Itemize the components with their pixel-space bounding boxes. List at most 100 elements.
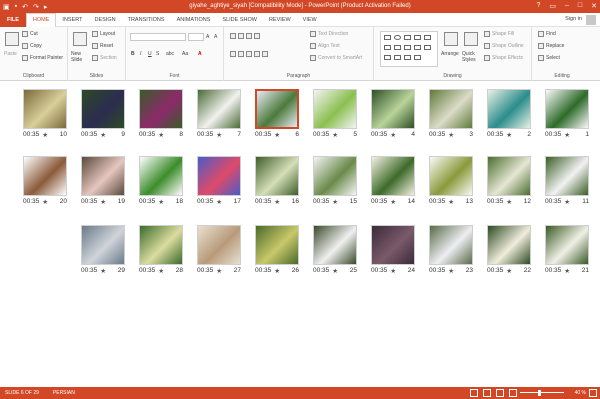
select-button[interactable]: Select [538, 55, 560, 61]
slide-thumbnail[interactable]: 00:35 ★ 18 [139, 156, 183, 206]
animation-star-icon[interactable]: ★ [390, 267, 396, 275]
format-painter-button[interactable]: Format Painter [22, 55, 63, 61]
rounded-rect-shape-icon[interactable] [394, 45, 401, 50]
tab-view[interactable]: VIEW [297, 13, 323, 27]
curve-shape-icon[interactable] [404, 55, 411, 60]
slide-thumbnail[interactable]: 00:35 ★ 5 [313, 89, 357, 139]
fit-slide-icon[interactable] [589, 389, 597, 397]
slide-preview-image[interactable] [139, 156, 183, 196]
slide-thumbnail[interactable]: 00:35 ★ 20 [23, 156, 67, 206]
shape-outline-button[interactable]: Shape Outline [484, 43, 524, 49]
callout-shape-icon[interactable] [424, 45, 431, 50]
rectangle-shape-icon[interactable] [384, 35, 391, 40]
slide-thumbnail[interactable]: 00:35 ★ 17 [197, 156, 241, 206]
arrow-shape-icon[interactable] [414, 35, 421, 40]
zoom-slider-handle[interactable] [538, 390, 541, 396]
tab-insert[interactable]: INSERT [56, 13, 88, 27]
tab-transitions[interactable]: TRANSITIONS [122, 13, 171, 27]
slide-thumbnail[interactable]: 00:35 ★ 29 [81, 225, 125, 275]
slide-preview-image[interactable] [313, 89, 357, 129]
animation-star-icon[interactable]: ★ [274, 267, 280, 275]
slide-preview-image[interactable] [429, 225, 473, 265]
slide-thumbnail[interactable]: 00:35 ★ 11 [545, 156, 589, 206]
slide-preview-image[interactable] [313, 225, 357, 265]
animation-star-icon[interactable]: ★ [448, 198, 454, 206]
slide-thumbnail[interactable]: 00:35 ★ 23 [429, 225, 473, 275]
section-button[interactable]: Section [92, 55, 117, 61]
slide-preview-image[interactable] [23, 89, 67, 129]
slide-sorter-view-icon[interactable] [483, 389, 491, 397]
zoom-slider[interactable] [520, 392, 564, 393]
tab-design[interactable]: DESIGN [89, 13, 122, 27]
slide-preview-image[interactable] [255, 156, 299, 196]
slide-thumbnail[interactable]: 00:35 ★ 25 [313, 225, 357, 275]
new-slide-button[interactable]: New Slide [71, 51, 91, 63]
replace-button[interactable]: Replace [538, 43, 564, 49]
change-case-button[interactable]: Aa [182, 51, 188, 57]
slide-preview-image[interactable] [429, 156, 473, 196]
text-direction-button[interactable]: Text Direction [310, 31, 348, 37]
animation-star-icon[interactable]: ★ [216, 131, 222, 139]
animation-star-icon[interactable]: ★ [332, 198, 338, 206]
animation-star-icon[interactable]: ★ [564, 267, 570, 275]
slide-preview-image[interactable] [81, 156, 125, 196]
align-text-button[interactable]: Align Text [310, 43, 340, 49]
slide-thumbnail[interactable]: 00:35 ★ 3 [429, 89, 473, 139]
slide-preview-image[interactable] [197, 225, 241, 265]
slide-preview-image[interactable] [81, 225, 125, 265]
bullets-button[interactable] [230, 33, 260, 39]
find-button[interactable]: Find [538, 31, 556, 37]
cut-button[interactable]: Cut [22, 31, 38, 37]
star-shape-icon[interactable] [414, 45, 421, 50]
slide-thumbnail[interactable]: 00:35 ★ 10 [23, 89, 67, 139]
animation-star-icon[interactable]: ★ [274, 131, 280, 139]
slide-thumbnail[interactable]: 00:35 ★ 19 [81, 156, 125, 206]
convert-smartart-button[interactable]: Convert to SmartArt [310, 55, 362, 61]
slide-thumbnail[interactable]: 00:35 ★ 28 [139, 225, 183, 275]
paste-button[interactable]: Paste [4, 51, 17, 57]
slide-preview-image[interactable] [255, 225, 299, 265]
shapes-gallery[interactable] [380, 31, 438, 67]
shape-effects-button[interactable]: Shape Effects [484, 55, 523, 61]
ribbon-display-icon[interactable]: ▭ [549, 2, 556, 10]
paste-icon[interactable] [5, 32, 19, 46]
slide-thumbnail[interactable]: 00:35 ★ 24 [371, 225, 415, 275]
close-icon[interactable]: ✕ [591, 2, 597, 10]
grow-font-button[interactable]: A [206, 34, 209, 40]
animation-star-icon[interactable]: ★ [100, 267, 106, 275]
slide-thumbnail[interactable]: 00:35 ★ 8 [139, 89, 183, 139]
maximize-icon[interactable]: □ [578, 2, 582, 10]
animation-star-icon[interactable]: ★ [100, 198, 106, 206]
tab-animations[interactable]: ANIMATIONS [171, 13, 217, 27]
slide-thumbnail[interactable]: 00:35 ★ 22 [487, 225, 531, 275]
animation-star-icon[interactable]: ★ [158, 131, 164, 139]
reading-view-icon[interactable] [496, 389, 504, 397]
animation-star-icon[interactable]: ★ [158, 267, 164, 275]
italic-button[interactable]: I [140, 51, 141, 57]
slide-preview-image[interactable] [371, 156, 415, 196]
quick-styles-button[interactable]: Quick Styles [462, 51, 482, 63]
shape-fill-button[interactable]: Shape Fill [484, 31, 514, 37]
slide-thumbnail[interactable]: 00:35 ★ 21 [545, 225, 589, 275]
line-shape-icon[interactable] [404, 35, 411, 40]
slide-preview-image[interactable] [197, 156, 241, 196]
font-color-button[interactable]: A [198, 51, 202, 57]
slide-preview-image[interactable] [81, 89, 125, 129]
animation-star-icon[interactable]: ★ [100, 131, 106, 139]
copy-button[interactable]: Copy [22, 43, 42, 49]
slide-thumbnail[interactable]: 00:35 ★ 13 [429, 156, 473, 206]
slide-thumbnail[interactable]: 00:35 ★ 14 [371, 156, 415, 206]
reset-button[interactable]: Reset [92, 43, 113, 49]
slide-preview-image[interactable] [139, 89, 183, 129]
animation-star-icon[interactable]: ★ [506, 267, 512, 275]
animation-star-icon[interactable]: ★ [42, 198, 48, 206]
layout-button[interactable]: Layout [92, 31, 115, 37]
chevron-shape-icon[interactable] [384, 55, 391, 60]
slide-thumbnail[interactable]: 00:35 ★ 26 [255, 225, 299, 275]
slide-thumbnail[interactable]: 00:35 ★ 4 [371, 89, 415, 139]
shadow-button[interactable]: S [156, 51, 159, 57]
slide-thumbnail[interactable]: 00:35 ★ 16 [255, 156, 299, 206]
align-buttons[interactable] [230, 51, 268, 57]
slide-thumbnail[interactable]: 00:35 ★ 15 [313, 156, 357, 206]
font-family-select[interactable] [130, 33, 186, 41]
